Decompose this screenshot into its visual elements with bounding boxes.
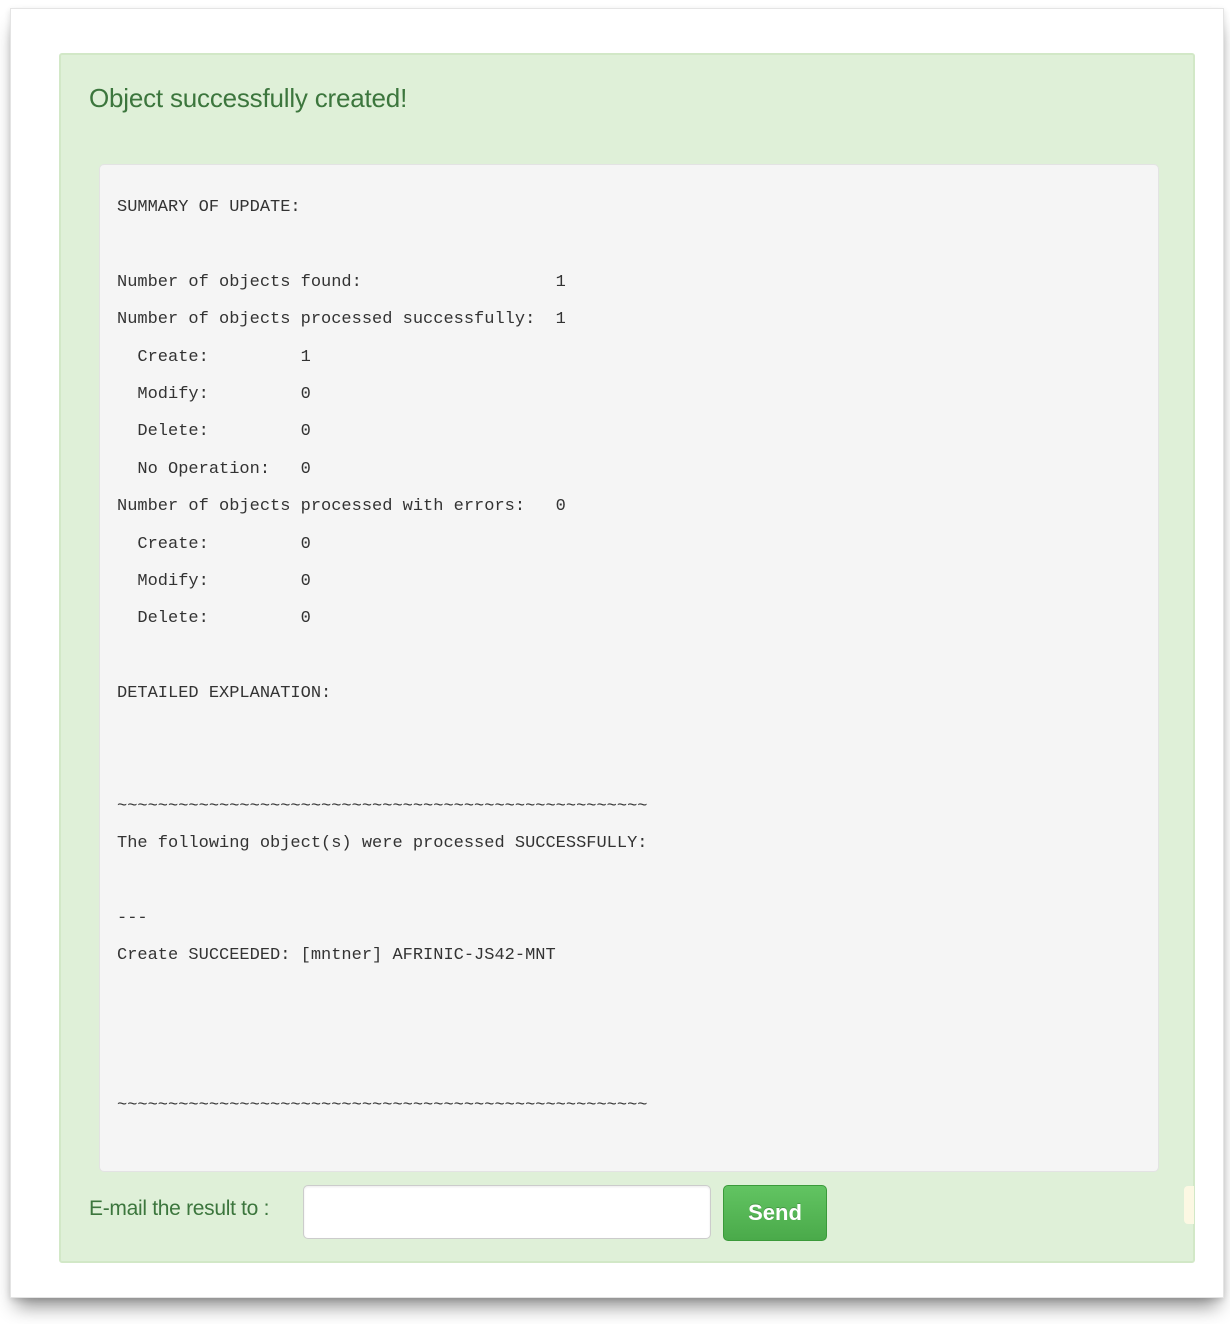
success-alert: Object successfully created! SUMMARY OF …: [59, 53, 1195, 1263]
edge-fragment: [1184, 1186, 1194, 1224]
screenshot-frame: Object successfully created! SUMMARY OF …: [10, 8, 1224, 1298]
email-input[interactable]: [303, 1185, 711, 1239]
email-result-form: E-mail the result to : Send: [87, 1183, 1167, 1241]
alert-title: Object successfully created!: [89, 83, 408, 113]
send-button[interactable]: Send: [723, 1185, 827, 1241]
email-label: E-mail the result to :: [89, 1197, 270, 1220]
update-result-text: SUMMARY OF UPDATE: Number of objects fou…: [117, 198, 648, 1115]
update-result-box: SUMMARY OF UPDATE: Number of objects fou…: [99, 164, 1159, 1172]
